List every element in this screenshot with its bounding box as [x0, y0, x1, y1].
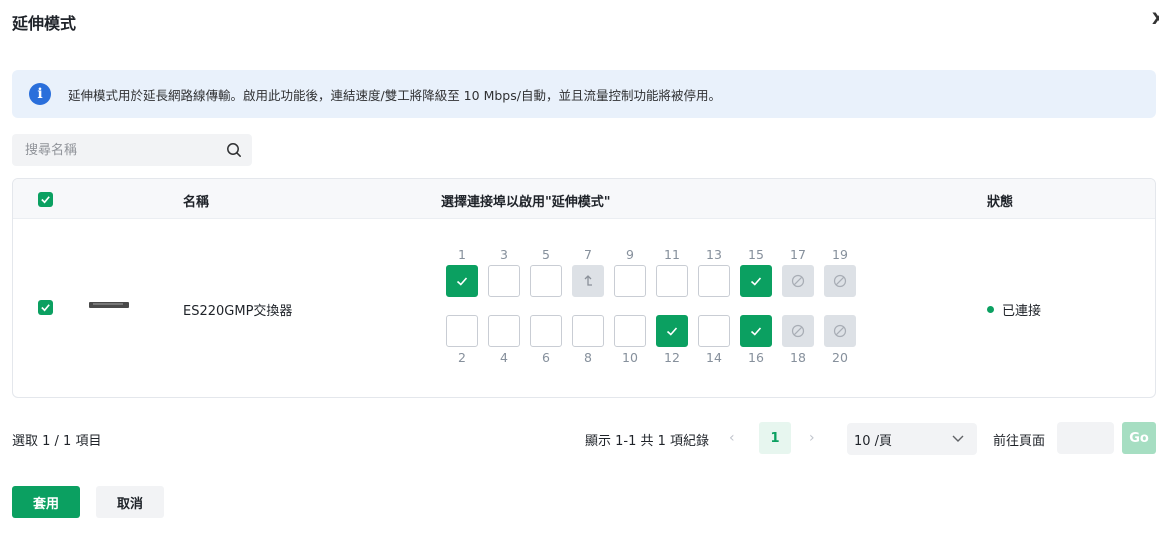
port-number: 4 — [500, 350, 508, 365]
port-number: 3 — [500, 247, 508, 262]
port-checkbox-6[interactable] — [530, 315, 562, 347]
port-number: 14 — [706, 350, 722, 365]
cancel-button[interactable]: 取消 — [96, 486, 164, 518]
header-status: 狀態 — [987, 195, 1014, 210]
prev-page-button[interactable]: ‹ — [729, 430, 735, 446]
check-icon — [750, 277, 762, 286]
goto-page-input[interactable] — [1057, 422, 1114, 454]
status-text: 已連接 — [1002, 304, 1042, 319]
port-number: 2 — [458, 350, 466, 365]
device-name: ES220GMP交換器 — [183, 304, 293, 319]
port-checkbox-14[interactable] — [698, 315, 730, 347]
disabled-icon — [791, 324, 805, 338]
port-number: 8 — [584, 350, 592, 365]
info-text: 延伸模式用於延長網路線傳輸。啟用此功能後，連結速度/雙工將降級至 10 Mbps… — [68, 87, 721, 103]
port-checkbox-15[interactable] — [740, 265, 772, 297]
info-banner: i 延伸模式用於延長網路線傳輸。啟用此功能後，連結速度/雙工將降級至 10 Mb… — [12, 70, 1156, 118]
port-number: 15 — [748, 247, 764, 262]
page-size-select[interactable]: 10 /頁 — [847, 423, 977, 455]
header-ports: 選擇連接埠以啟用"延伸模式" — [441, 195, 611, 210]
status-dot — [987, 306, 994, 313]
port-number: 10 — [622, 350, 638, 365]
go-button[interactable]: Go — [1122, 422, 1156, 454]
port-checkbox-5[interactable] — [530, 265, 562, 297]
uplink-icon — [584, 275, 592, 286]
port-number: 18 — [790, 350, 806, 365]
port-number: 13 — [706, 247, 722, 262]
port-checkbox-13[interactable] — [698, 265, 730, 297]
port-number: 11 — [664, 247, 680, 262]
close-icon[interactable]: X — [1152, 9, 1159, 28]
port-number: 6 — [542, 350, 550, 365]
chevron-down-icon — [952, 435, 964, 442]
port-checkbox-10[interactable] — [614, 315, 646, 347]
port-checkbox-12[interactable] — [656, 315, 688, 347]
check-icon — [750, 327, 762, 336]
info-icon: i — [29, 83, 51, 105]
row-checkbox[interactable] — [38, 300, 53, 315]
port-checkbox-11[interactable] — [656, 265, 688, 297]
apply-button[interactable]: 套用 — [12, 486, 80, 518]
port-number: 5 — [542, 247, 550, 262]
selection-count: 選取 1 / 1 項目 — [12, 434, 102, 449]
port-checkbox-3[interactable] — [488, 265, 520, 297]
port-number: 19 — [832, 247, 848, 262]
port-number: 9 — [626, 247, 634, 262]
dialog-title: 延伸模式 — [12, 14, 77, 33]
port-checkbox-17 — [782, 265, 814, 297]
check-icon — [666, 327, 678, 336]
current-page-button[interactable]: 1 — [759, 422, 791, 454]
port-number: 20 — [832, 350, 848, 365]
port-checkbox-4[interactable] — [488, 315, 520, 347]
table-header: 名稱 選擇連接埠以啟用"延伸模式" 狀態 — [13, 179, 1155, 219]
port-number: 1 — [458, 247, 466, 262]
header-name: 名稱 — [183, 195, 210, 210]
disabled-icon — [833, 274, 847, 288]
port-checkbox-8[interactable] — [572, 315, 604, 347]
switch-device-image — [89, 302, 129, 308]
device-table: 名稱 選擇連接埠以啟用"延伸模式" 狀態 ES220GMP交換器 1 3 5 7 9 11… — [12, 178, 1156, 398]
port-checkbox-7 — [572, 265, 604, 297]
port-checkbox-16[interactable] — [740, 315, 772, 347]
status-badge: 已連接 — [987, 300, 1041, 319]
search-input[interactable] — [25, 135, 225, 165]
port-number: 7 — [584, 247, 592, 262]
goto-label: 前往頁面 — [993, 434, 1046, 449]
next-page-button[interactable]: › — [809, 430, 815, 446]
select-all-checkbox[interactable] — [38, 192, 53, 207]
port-checkbox-2[interactable] — [446, 315, 478, 347]
page-size-value: 10 /頁 — [854, 433, 893, 449]
page-info: 顯示 1-1 共 1 項紀錄 — [585, 434, 710, 449]
search-box — [12, 134, 252, 166]
port-number: 12 — [664, 350, 680, 365]
search-icon[interactable] — [226, 142, 242, 158]
disabled-icon — [833, 324, 847, 338]
port-checkbox-18 — [782, 315, 814, 347]
port-number: 16 — [748, 350, 764, 365]
port-checkbox-9[interactable] — [614, 265, 646, 297]
port-checkbox-20 — [824, 315, 856, 347]
port-checkbox-19 — [824, 265, 856, 297]
port-number: 17 — [790, 247, 806, 262]
check-icon — [41, 304, 50, 312]
table-row: ES220GMP交換器 1 3 5 7 9 11 13 15 17 19 2 4 6 8 10 12 14 16 1… — [13, 219, 1155, 397]
port-checkbox-1[interactable] — [446, 265, 478, 297]
check-icon — [41, 196, 50, 204]
disabled-icon — [791, 274, 805, 288]
check-icon — [456, 277, 468, 286]
